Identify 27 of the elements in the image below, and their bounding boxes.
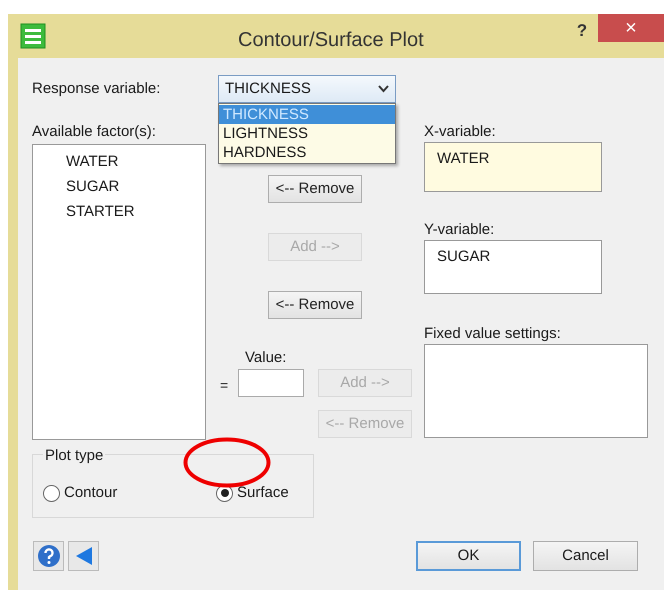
list-item[interactable]: SUGAR [66, 176, 205, 195]
field-label: Fixed value settings: [424, 324, 562, 343]
radio-label: Contour [64, 483, 118, 503]
factor-listbox[interactable]: WATER SUGAR STARTER [32, 144, 206, 440]
field-label: Response variable: [32, 78, 162, 99]
field-label: Value: [245, 348, 288, 367]
dropdown-option[interactable]: HARDNESS [219, 143, 395, 162]
move-button[interactable]: <-- Remove [268, 291, 362, 319]
equals-label: = [220, 376, 230, 395]
variable-value: WATER [437, 150, 490, 167]
dialog-button[interactable]: OK [416, 541, 521, 571]
x-variable-box[interactable]: WATER [424, 142, 602, 192]
window-title: Contour/Surface Plot [238, 28, 424, 53]
list-item[interactable]: STARTER [66, 201, 205, 220]
dialog-button[interactable]: Cancel [533, 541, 638, 571]
move-button[interactable]: <-- Remove [268, 175, 362, 203]
close-button[interactable]: × [598, 14, 664, 42]
help-button[interactable]: ? [570, 18, 594, 40]
y-variable-box[interactable]: SUGAR [424, 240, 602, 294]
radio-label: Surface [237, 483, 289, 503]
field-label: X-variable: [424, 122, 497, 141]
field-label: Y-variable: [424, 220, 496, 239]
list-item[interactable]: WATER [66, 151, 205, 170]
response-dropdown[interactable]: THICKNESS [218, 75, 396, 103]
variable-value: SUGAR [437, 248, 490, 265]
dropdown-option[interactable]: LIGHTNESS [219, 124, 395, 143]
field-label: Available factor(s): [32, 122, 157, 141]
